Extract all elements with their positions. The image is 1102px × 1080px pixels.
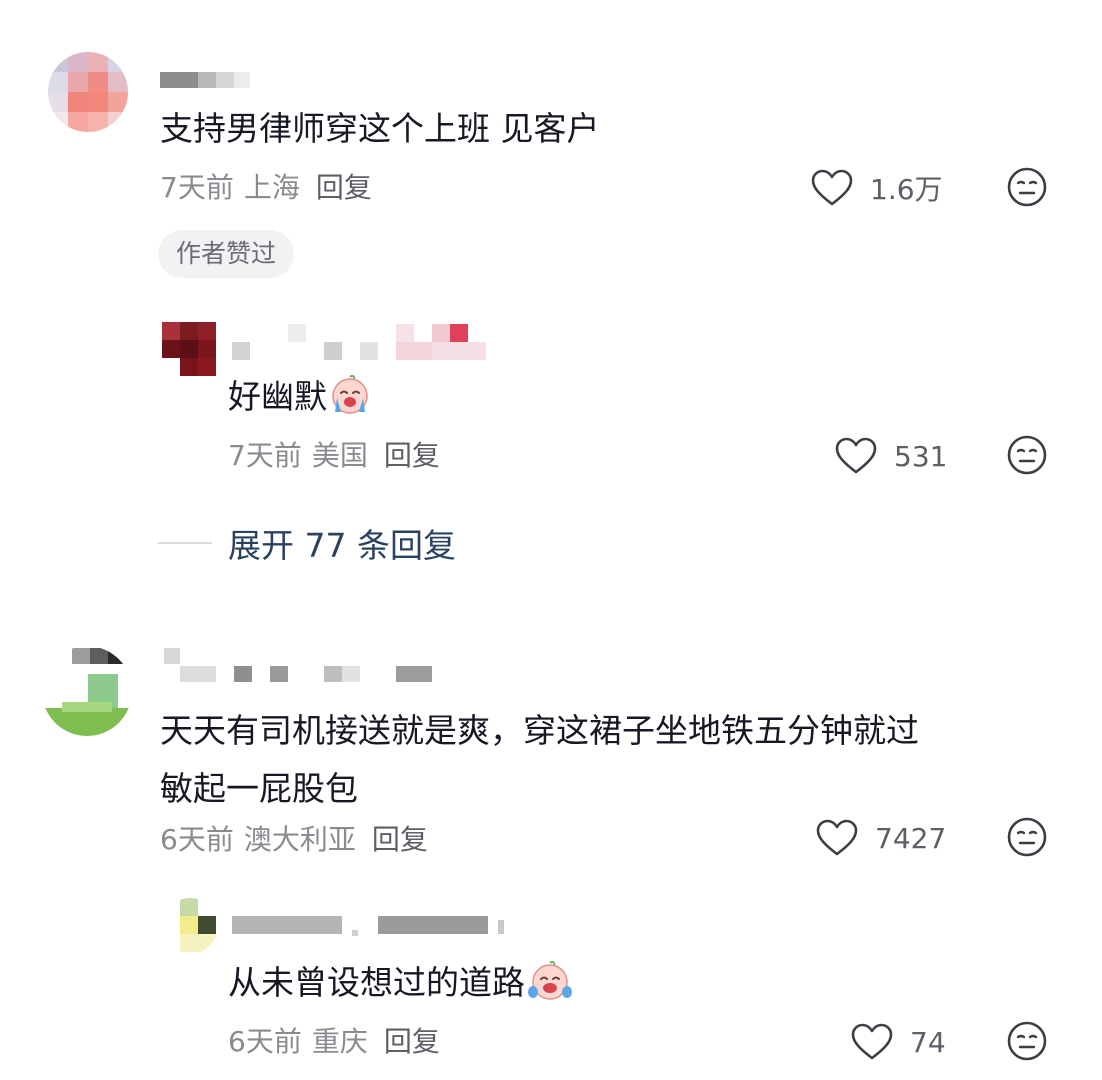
timestamp: 6天前 <box>228 1025 302 1058</box>
timestamp: 7天前 <box>160 171 234 204</box>
reply-avatar[interactable] <box>162 898 218 954</box>
comment-text: 天天有司机接送就是爽，穿这裙子坐地铁五分钟就过 敏起一屁股包 <box>160 706 1060 814</box>
location: 美国 <box>311 439 368 472</box>
heart-outline-icon[interactable] <box>810 168 854 208</box>
comment-meta: 7天前 上海 回复 <box>160 166 372 206</box>
location: 澳大利亚 <box>243 823 356 856</box>
username[interactable] <box>160 648 440 688</box>
reply-text: 从未曾设想过的道路 <box>228 958 573 1016</box>
divider-line <box>158 542 212 544</box>
heart-outline-icon[interactable] <box>834 436 878 476</box>
heart-outline-icon[interactable] <box>850 1022 894 1062</box>
expand-replies-label: 展开 77 条回复 <box>228 526 456 565</box>
comment: 支持男律师穿这个上班 见客户 7天前 上海 回复 1.6万 作者赞过 好幽默 7… <box>0 0 1102 600</box>
like-group[interactable]: 1.6万 <box>810 166 943 210</box>
like-group[interactable]: 74 <box>850 1020 946 1064</box>
reply-button[interactable]: 回复 <box>316 166 372 206</box>
location: 上海 <box>243 171 300 204</box>
meh-face-icon[interactable] <box>1006 816 1048 858</box>
like-count: 74 <box>910 1025 946 1059</box>
comment: 天天有司机接送就是爽，穿这裙子坐地铁五分钟就过 敏起一屁股包 6天前 澳大利亚 … <box>0 620 1102 1080</box>
username[interactable] <box>160 70 250 90</box>
comment-text: 支持男律师穿这个上班 见客户 <box>160 109 600 148</box>
timestamp: 6天前 <box>160 823 234 856</box>
comment-meta: 6天前 澳大利亚 回复 <box>160 818 428 858</box>
reply-text: 好幽默 <box>228 372 371 430</box>
meh-face-icon[interactable] <box>1006 434 1048 476</box>
avatar[interactable] <box>42 646 132 736</box>
reply-text-content: 好幽默 <box>228 377 327 416</box>
reply-button[interactable]: 回复 <box>384 1020 440 1060</box>
avatar[interactable] <box>48 52 128 132</box>
reply-meta: 6天前 重庆 回复 <box>228 1020 440 1060</box>
author-liked-badge: 作者赞过 <box>158 230 295 278</box>
heart-outline-icon[interactable] <box>815 818 859 858</box>
reply-text-content: 从未曾设想过的道路 <box>228 963 525 1002</box>
expand-replies-button[interactable]: 展开 77 条回复 <box>158 518 456 568</box>
like-count: 531 <box>894 439 948 473</box>
reply-button[interactable]: 回复 <box>372 818 428 858</box>
like-count: 1.6万 <box>870 173 943 206</box>
crying-laughing-emoji <box>527 960 573 1016</box>
reply-avatar[interactable] <box>162 322 216 376</box>
like-group[interactable]: 531 <box>834 434 947 478</box>
reply-button[interactable]: 回复 <box>384 434 440 474</box>
reply-meta: 7天前 美国 回复 <box>228 434 440 474</box>
reply-username[interactable] <box>232 324 492 364</box>
comment-text-line: 天天有司机接送就是爽，穿这裙子坐地铁五分钟就过 <box>160 711 919 750</box>
reply-username[interactable] <box>232 916 522 942</box>
timestamp: 7天前 <box>228 439 302 472</box>
meh-face-icon[interactable] <box>1006 166 1048 208</box>
like-count: 7427 <box>875 821 947 855</box>
crying-laughing-emoji <box>329 374 371 430</box>
meh-face-icon[interactable] <box>1006 1020 1048 1062</box>
location: 重庆 <box>311 1025 368 1058</box>
like-group[interactable]: 7427 <box>815 816 946 860</box>
comment-text-line: 敏起一屁股包 <box>160 769 358 808</box>
